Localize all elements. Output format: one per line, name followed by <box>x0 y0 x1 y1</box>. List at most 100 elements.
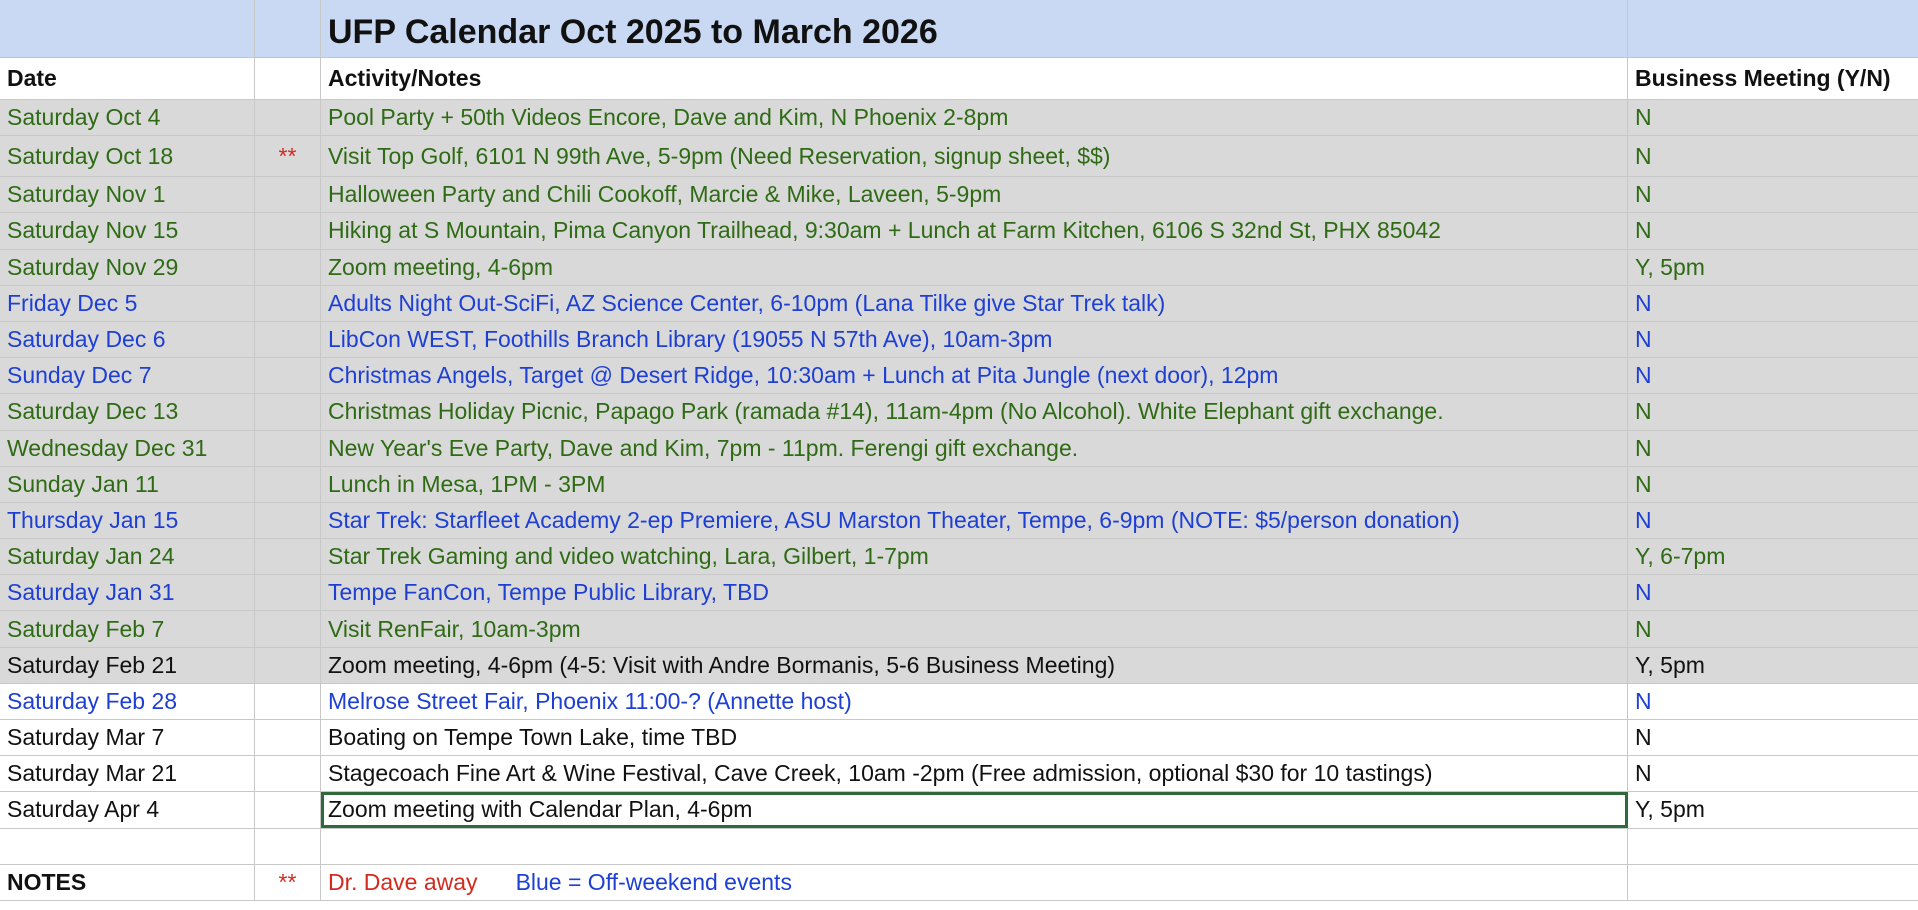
date-cell[interactable]: Wednesday Dec 31 <box>0 430 255 466</box>
flag-cell[interactable] <box>255 720 321 756</box>
cell[interactable] <box>0 828 255 864</box>
cell[interactable] <box>1628 865 1918 900</box>
cell[interactable] <box>0 0 255 57</box>
business-cell[interactable]: N <box>1628 100 1918 135</box>
activity-cell[interactable]: LibCon WEST, Foothills Branch Library (1… <box>321 321 1628 358</box>
cell[interactable] <box>255 828 321 864</box>
business-cell[interactable]: Y, 5pm <box>1628 648 1918 683</box>
flag-cell[interactable] <box>255 611 321 647</box>
business-cell[interactable]: N <box>1628 136 1918 176</box>
flag-cell[interactable] <box>255 100 321 136</box>
flag-cell[interactable] <box>255 394 321 430</box>
activity-cell[interactable]: Tempe FanCon, Tempe Public Library, TBD <box>321 575 1628 611</box>
flag-cell[interactable] <box>255 177 321 213</box>
activity-cell[interactable]: Star Trek: Starfleet Academy 2-ep Premie… <box>321 502 1628 539</box>
flag-cell[interactable]: ** <box>255 136 321 177</box>
table-row: Wednesday Dec 31 New Year's Eve Party, D… <box>0 430 1918 467</box>
notes-legend-cell[interactable]: Dr. Dave away Blue = Off-weekend events <box>321 864 1628 900</box>
flag-cell[interactable] <box>255 430 321 466</box>
activity-cell[interactable]: Pool Party + 50th Videos Encore, Dave an… <box>321 100 1628 136</box>
header-flag[interactable] <box>255 58 321 99</box>
date-cell[interactable]: Saturday Apr 4 <box>0 792 255 828</box>
flag-cell[interactable] <box>255 358 321 394</box>
business-cell[interactable]: N <box>1628 503 1918 538</box>
activity-cell[interactable]: Boating on Tempe Town Lake, time TBD <box>321 720 1628 756</box>
activity-cell[interactable]: Christmas Angels, Target @ Desert Ridge,… <box>321 358 1628 394</box>
selected-activity-cell[interactable]: Zoom meeting with Calendar Plan, 4-6pm <box>321 792 1628 828</box>
activity-cell[interactable]: Hiking at S Mountain, Pima Canyon Trailh… <box>321 213 1628 249</box>
business-cell[interactable]: N <box>1628 467 1918 502</box>
notes-flag[interactable]: ** <box>255 864 321 900</box>
date-cell[interactable]: Saturday Feb 28 <box>0 683 255 719</box>
business-cell[interactable]: Y, 6-7pm <box>1628 539 1918 574</box>
flag-cell[interactable] <box>255 321 321 358</box>
date-cell[interactable]: Thursday Jan 15 <box>0 502 255 539</box>
header-date[interactable]: Date <box>0 58 255 99</box>
date-cell[interactable]: Sunday Jan 11 <box>0 466 255 502</box>
flag-cell[interactable] <box>255 647 321 683</box>
flag-cell[interactable] <box>255 792 321 828</box>
date-cell[interactable]: Saturday Nov 1 <box>0 177 255 213</box>
business-cell[interactable]: N <box>1628 756 1918 791</box>
date-cell[interactable]: Saturday Oct 18 <box>0 136 255 177</box>
date-cell[interactable]: Saturday Mar 21 <box>0 756 255 792</box>
date-cell[interactable]: Saturday Dec 6 <box>0 321 255 358</box>
business-cell[interactable]: N <box>1628 286 1918 321</box>
business-cell[interactable]: N <box>1628 177 1918 212</box>
activity-cell[interactable]: Zoom meeting, 4-6pm <box>321 249 1628 285</box>
activity-cell[interactable]: Melrose Street Fair, Phoenix 11:00-? (An… <box>321 683 1628 719</box>
flag-cell[interactable] <box>255 575 321 611</box>
business-cell[interactable]: N <box>1628 322 1918 357</box>
activity-cell[interactable]: Visit Top Golf, 6101 N 99th Ave, 5-9pm (… <box>321 136 1628 177</box>
date-cell[interactable]: Saturday Jan 24 <box>0 539 255 575</box>
sheet-title[interactable]: UFP Calendar Oct 2025 to March 2026 <box>321 0 1628 57</box>
activity-cell[interactable]: Visit RenFair, 10am-3pm <box>321 611 1628 647</box>
table-row: Saturday Nov 29 Zoom meeting, 4-6pm Y, 5… <box>0 249 1918 286</box>
date-cell[interactable]: Saturday Mar 7 <box>0 720 255 756</box>
date-cell[interactable]: Friday Dec 5 <box>0 285 255 321</box>
activity-cell[interactable]: Star Trek Gaming and video watching, Lar… <box>321 539 1628 575</box>
activity-cell[interactable]: Stagecoach Fine Art & Wine Festival, Cav… <box>321 756 1628 792</box>
header-activity[interactable]: Activity/Notes <box>321 58 1628 99</box>
cell[interactable] <box>255 0 321 57</box>
title-row: UFP Calendar Oct 2025 to March 2026 <box>0 0 1918 58</box>
flag-cell[interactable] <box>255 249 321 285</box>
business-cell[interactable]: Y, 5pm <box>1628 250 1918 285</box>
flag-cell[interactable] <box>255 466 321 502</box>
date-cell[interactable]: Saturday Nov 29 <box>0 249 255 285</box>
date-cell[interactable]: Saturday Nov 15 <box>0 213 255 249</box>
business-cell[interactable]: Y, 5pm <box>1628 792 1918 827</box>
cell[interactable] <box>321 828 1628 864</box>
date-cell[interactable]: Sunday Dec 7 <box>0 358 255 394</box>
cell[interactable] <box>1628 0 1918 57</box>
business-cell[interactable]: N <box>1628 431 1918 466</box>
flag-cell[interactable] <box>255 683 321 719</box>
activity-cell[interactable]: Lunch in Mesa, 1PM - 3PM <box>321 466 1628 502</box>
date-cell[interactable]: Saturday Oct 4 <box>0 100 255 136</box>
activity-cell[interactable]: New Year's Eve Party, Dave and Kim, 7pm … <box>321 430 1628 466</box>
activity-cell[interactable]: Christmas Holiday Picnic, Papago Park (r… <box>321 394 1628 430</box>
flag-cell[interactable] <box>255 502 321 539</box>
date-cell[interactable]: Saturday Feb 7 <box>0 611 255 647</box>
activity-cell[interactable]: Adults Night Out-SciFi, AZ Science Cente… <box>321 285 1628 321</box>
business-cell[interactable]: N <box>1628 575 1918 610</box>
business-cell[interactable]: N <box>1628 684 1918 719</box>
activity-cell[interactable]: Halloween Party and Chili Cookoff, Marci… <box>321 177 1628 213</box>
date-cell[interactable]: Saturday Jan 31 <box>0 575 255 611</box>
flag-cell[interactable] <box>255 756 321 792</box>
business-cell[interactable]: N <box>1628 611 1918 646</box>
cell[interactable] <box>1628 829 1918 864</box>
table-row: Saturday Feb 28 Melrose Street Fair, Pho… <box>0 683 1918 720</box>
flag-cell[interactable] <box>255 285 321 321</box>
activity-cell[interactable]: Zoom meeting, 4-6pm (4-5: Visit with And… <box>321 647 1628 683</box>
business-cell[interactable]: N <box>1628 394 1918 429</box>
flag-cell[interactable] <box>255 213 321 249</box>
business-cell[interactable]: N <box>1628 213 1918 248</box>
notes-label[interactable]: NOTES <box>0 864 255 900</box>
date-cell[interactable]: Saturday Feb 21 <box>0 647 255 683</box>
flag-cell[interactable] <box>255 539 321 575</box>
business-cell[interactable]: N <box>1628 720 1918 755</box>
business-cell[interactable]: N <box>1628 358 1918 393</box>
date-cell[interactable]: Saturday Dec 13 <box>0 394 255 430</box>
header-business[interactable]: Business Meeting (Y/N) <box>1628 58 1918 99</box>
